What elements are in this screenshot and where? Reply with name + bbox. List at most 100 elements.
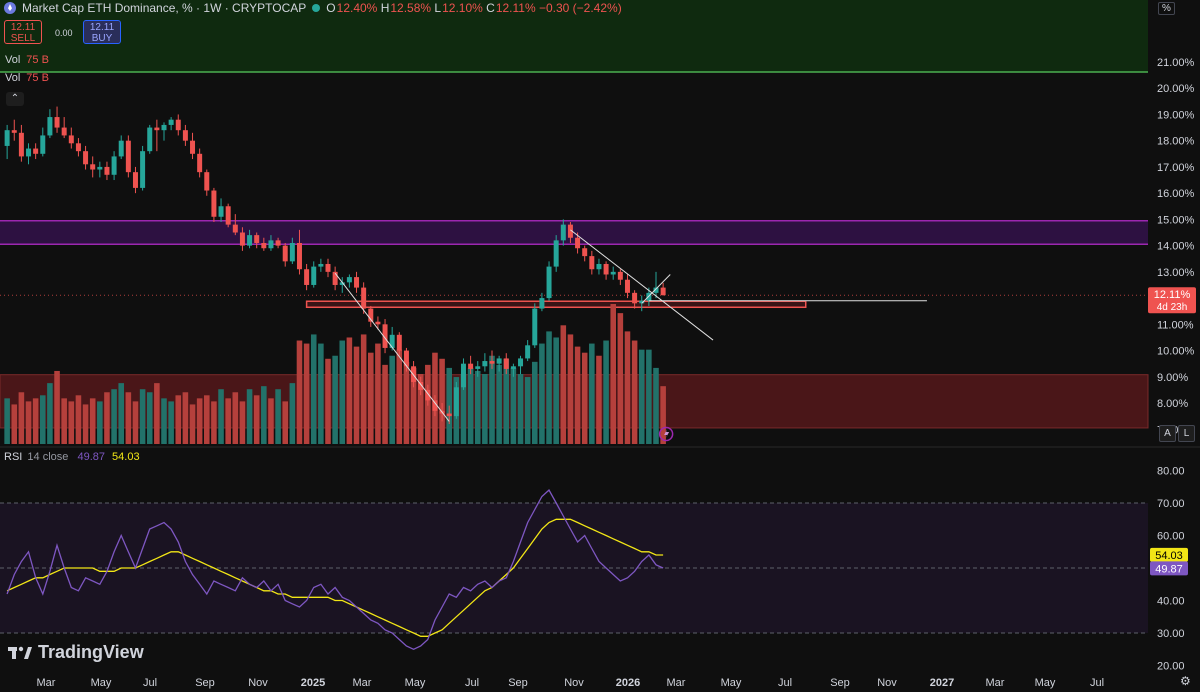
ohlc-values: O12.40% H12.58% L12.10% C12.11% −0.30 (−… <box>326 1 621 15</box>
candle-body <box>140 151 146 188</box>
volume-bar <box>553 337 559 444</box>
candle-body <box>361 287 367 309</box>
volume-bar <box>524 377 531 444</box>
time-axis-label: May <box>405 677 426 689</box>
volume-bar <box>75 395 82 444</box>
time-axis-label: Mar <box>353 677 372 689</box>
price-axis-label: 13.00% <box>1157 267 1195 279</box>
symbol-legend[interactable]: Market Cap ETH Dominance, % · 1W · CRYPT… <box>4 1 622 15</box>
candle-body <box>453 387 459 417</box>
time-axis-label: Nov <box>248 677 268 689</box>
change-value: −0.30 (−2.42%) <box>538 1 622 15</box>
candle-body <box>532 308 538 346</box>
price-axis-label: 18.00% <box>1157 136 1195 148</box>
rsi-value-badge-label: 49.87 <box>1155 563 1183 575</box>
candle-body <box>503 358 509 369</box>
sell-button[interactable]: 12.11 SELL <box>4 20 42 44</box>
volume-bar <box>617 313 624 444</box>
high-value: 12.58% <box>390 1 432 15</box>
time-axis-label: Mar <box>667 677 686 689</box>
rsi-name: RSI <box>4 451 23 463</box>
log-scale-button[interactable]: L <box>1178 425 1195 442</box>
low-label: L <box>434 1 442 15</box>
volume-bar <box>47 383 53 444</box>
vol-legend-2[interactable]: Vol 75 B <box>5 72 49 84</box>
volume-bar <box>32 398 39 444</box>
last-price-label: 12.11% <box>1154 289 1191 301</box>
candle-body <box>489 361 495 364</box>
candle-body <box>446 413 452 417</box>
time-axis-label: 2026 <box>616 677 640 689</box>
volume-bar <box>653 367 659 444</box>
candle-body <box>396 334 402 351</box>
rsi-axis-label: 80.00 <box>1157 466 1185 478</box>
collapse-legend-button[interactable]: ⌃ <box>6 92 24 106</box>
volume-bar <box>517 374 524 444</box>
candle-body <box>268 240 274 249</box>
candle-body <box>247 235 253 246</box>
price-axis-label: 8.00% <box>1157 398 1188 410</box>
candle-body <box>518 358 524 367</box>
candle-body <box>553 240 559 267</box>
volume-bar <box>232 392 239 444</box>
candle-body <box>154 127 160 131</box>
time-axis-label: Nov <box>564 677 584 689</box>
close-value: 12.11% <box>495 1 536 15</box>
rsi-axis-label: 70.00 <box>1157 498 1185 510</box>
candle-body <box>411 366 417 383</box>
volume-bar <box>104 392 110 444</box>
volume-bar <box>97 401 103 444</box>
volume-bar <box>631 340 638 444</box>
rsi-value: 49.87 <box>77 451 105 463</box>
vol-legend-1[interactable]: Vol 75 B <box>5 54 49 66</box>
volume-bar <box>332 355 338 444</box>
volume-bar <box>353 346 360 444</box>
volume-bar <box>189 404 196 444</box>
volume-bar <box>204 395 210 444</box>
candle-body <box>282 245 288 262</box>
price-axis-label: 10.00% <box>1157 346 1195 358</box>
low-value: 12.10% <box>442 1 483 15</box>
percent-scale-button[interactable]: % <box>1158 2 1175 15</box>
candle-body <box>161 124 167 131</box>
volume-bar <box>161 398 167 444</box>
candle-body <box>11 130 17 133</box>
volume-bar <box>638 349 645 444</box>
volume-bar <box>296 340 303 444</box>
rsi-ma-value: 54.03 <box>112 451 140 463</box>
volume-bar <box>275 389 281 444</box>
candle-body <box>232 224 238 233</box>
volume-bar <box>182 392 189 444</box>
rsi-axis-label: 60.00 <box>1157 531 1185 543</box>
volume-bar <box>289 383 296 444</box>
volume-bar <box>589 343 595 444</box>
candle-body <box>354 277 360 288</box>
buy-label: BUY <box>91 33 113 44</box>
candle-body <box>4 130 10 146</box>
volume-bar <box>89 398 96 444</box>
volume-bar <box>175 395 182 444</box>
auto-scale-button[interactable]: A <box>1159 425 1176 442</box>
volume-bar <box>139 389 146 444</box>
candle-body <box>68 135 74 144</box>
rsi-axis-label: 20.00 <box>1157 661 1185 673</box>
time-axis-label: May <box>91 677 112 689</box>
candle-body <box>596 263 602 270</box>
tradingview-logo[interactable]: TradingView <box>8 642 144 663</box>
volume-bar <box>346 337 353 444</box>
volume-bar <box>168 401 174 444</box>
volume-bar <box>318 343 324 444</box>
candle-body <box>190 140 196 154</box>
volume-bar <box>339 340 346 444</box>
open-label: O <box>326 1 336 15</box>
rsi-ma-badge-label: 54.03 <box>1155 550 1183 562</box>
time-axis-label: Sep <box>508 677 528 689</box>
volume-bar <box>403 361 410 444</box>
time-axis-label: Mar <box>986 677 1005 689</box>
volume-bar <box>325 358 331 444</box>
buy-button[interactable]: 12.11 BUY <box>83 20 121 44</box>
time-axis-label: Jul <box>1090 677 1104 689</box>
rsi-legend[interactable]: RSI 14 close 49.87 54.03 <box>4 451 140 463</box>
volume-bar <box>546 331 552 444</box>
settings-gear-icon[interactable]: ⚙ <box>1180 674 1191 688</box>
